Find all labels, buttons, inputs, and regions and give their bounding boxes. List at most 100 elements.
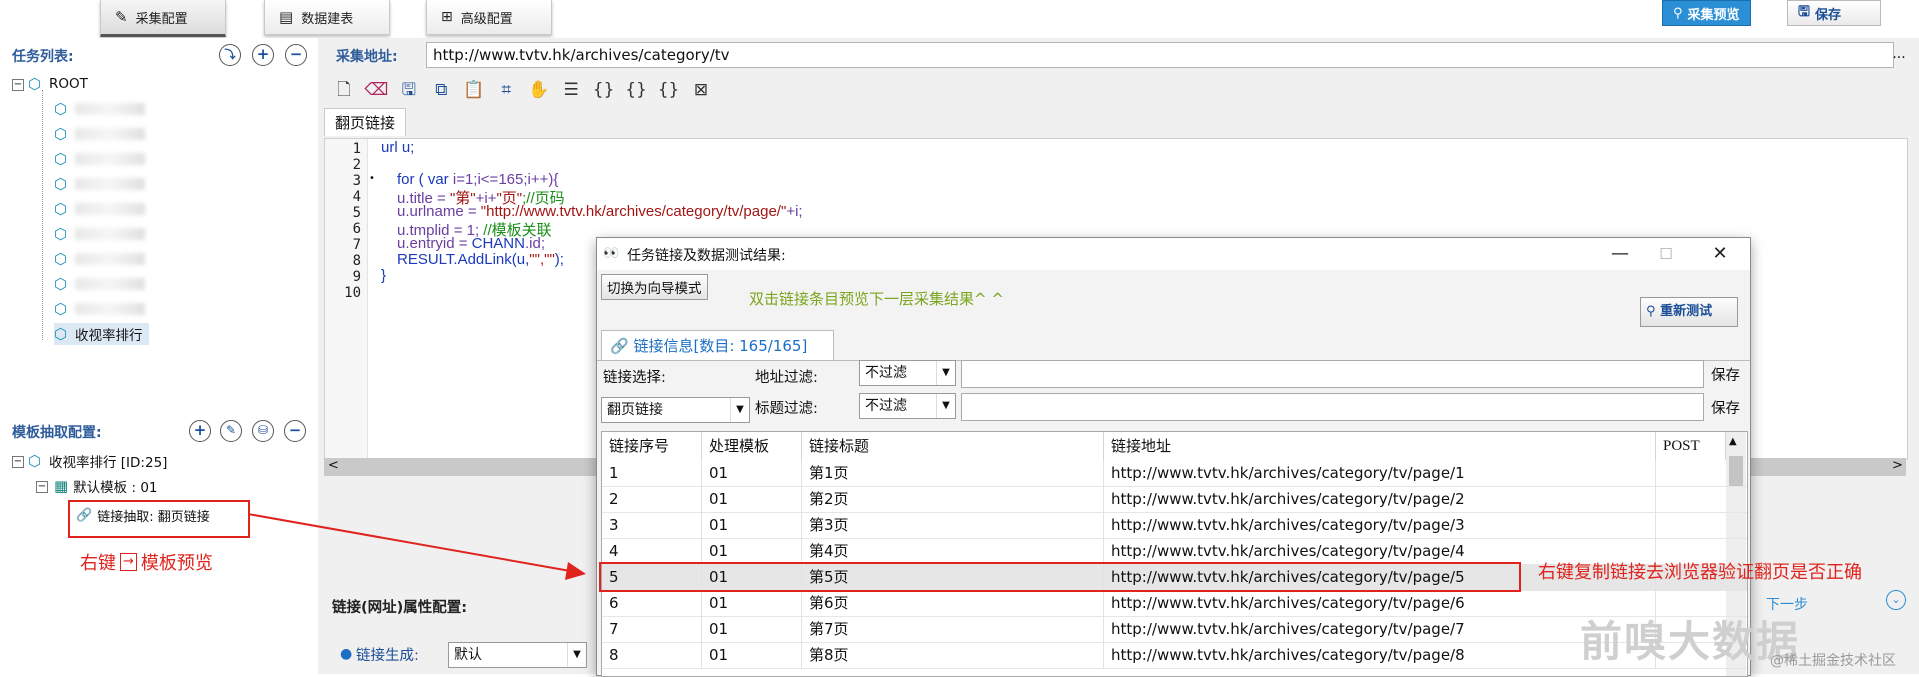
tree-item[interactable]: ⬡ (54, 223, 145, 245)
edit-link-icon[interactable]: ✎ (220, 420, 242, 442)
tree-item[interactable]: ⬡ (54, 173, 145, 195)
col-header[interactable]: 链接地址 (1104, 432, 1656, 460)
line-number: 2 (352, 157, 361, 173)
add-task-button[interactable]: + (252, 44, 274, 66)
addr-filter-input[interactable] (961, 360, 1704, 388)
copy-icon[interactable]: ⧉ (427, 76, 455, 104)
tab-collect-config[interactable]: ✎ 采集配置 (100, 0, 226, 37)
scroll-right-arrow[interactable]: > (1892, 458, 1903, 473)
addr-filter-select[interactable]: 不过滤 ▼ (859, 360, 956, 386)
close-box-icon[interactable]: ⊠ (687, 76, 715, 104)
cube-icon: ⬡ (54, 325, 68, 343)
line-number: 6 (352, 221, 361, 237)
table-row[interactable]: 7 01 第7页 http://www.tvtv.hk/archives/cat… (602, 616, 1747, 643)
database-icon[interactable]: ⛁ (252, 420, 274, 442)
url-input[interactable]: http://www.tvtv.hk/archives/category/tv (426, 42, 1894, 68)
save-icon[interactable]: 🖫 (395, 76, 423, 104)
cell-index: 1 (602, 460, 702, 486)
editor-tab[interactable]: 翻页链接 (324, 108, 407, 136)
link-gen-select[interactable]: 默认 ▼ (448, 642, 587, 668)
col-header[interactable]: 链接标题 (802, 432, 1104, 460)
tab-data-table[interactable]: ▤ 数据建表 (264, 0, 390, 35)
code-line: u.urlname = "http://www.tvtv.hk/archives… (397, 203, 803, 220)
title-filter-select[interactable]: 不过滤 ▼ (859, 393, 956, 419)
default-template-node[interactable]: ▦ 默认模板 : 01 (54, 475, 158, 497)
code-token: u.entryid = (397, 235, 472, 252)
link-select[interactable]: 翻页链接 ▼ (601, 397, 750, 423)
next-arrow-icon[interactable]: ⌄ (1886, 590, 1906, 610)
tree-item[interactable]: ⬡ (54, 248, 145, 270)
brace-out-icon[interactable]: {} (655, 76, 683, 104)
tab-link-info[interactable]: 🔗 链接信息[数目: 165/165] (601, 330, 834, 360)
save-addr-filter-button[interactable]: 保存 (1711, 364, 1740, 385)
col-header[interactable]: 处理模板 (702, 432, 802, 460)
brace-step-icon[interactable]: {} (622, 76, 650, 104)
import-icon[interactable]: ⤵ (219, 44, 241, 66)
wizard-mode-button[interactable]: 切换为向导模式 (601, 274, 708, 300)
fold-marker-icon[interactable]: • (369, 173, 375, 184)
tree-item[interactable]: ⬡ (54, 298, 145, 320)
paste-icon[interactable]: 📋 (460, 76, 488, 104)
collapse-icon[interactable]: − (12, 456, 24, 468)
line-number: 10 (344, 285, 361, 301)
redacted-label (75, 128, 145, 140)
brace-icon[interactable]: {} (590, 76, 618, 104)
table-row[interactable]: 2 01 第2页 http://www.tvtv.hk/archives/cat… (602, 486, 1747, 513)
new-file-icon[interactable]: 🗋 (330, 76, 358, 104)
tree-line (42, 90, 43, 340)
hand-icon[interactable]: ✋ (525, 76, 553, 104)
code-line: u.entryid = CHANN.id; (397, 235, 545, 252)
add-template-button[interactable]: + (189, 420, 211, 442)
remove-template-button[interactable]: − (284, 420, 306, 442)
link-extract-node[interactable]: 🔗 链接抽取: 翻页链接 (76, 504, 210, 526)
col-header[interactable]: 链接序号 (602, 432, 702, 460)
table-row[interactable]: 8 01 第8页 http://www.tvtv.hk/archives/cat… (602, 642, 1747, 669)
retest-label: 重新测试 (1660, 304, 1713, 319)
annotation-text: 右键 (80, 553, 116, 574)
close-icon[interactable]: ✕ (1697, 238, 1743, 270)
code-token: i=1;i<=165;i++){ (452, 171, 559, 188)
tree-item[interactable]: ⬡ (54, 123, 145, 145)
redacted-label (75, 253, 145, 265)
table-row[interactable]: 6 01 第6页 http://www.tvtv.hk/archives/cat… (602, 590, 1747, 617)
save-title-filter-button[interactable]: 保存 (1711, 397, 1740, 418)
scroll-up-arrow[interactable]: ▲ (1729, 436, 1737, 447)
eraser-icon[interactable]: ⌫ (362, 76, 390, 104)
cube-icon: ⬡ (54, 300, 68, 318)
tree-item[interactable]: ⬡ (54, 148, 145, 170)
table-row[interactable]: 1 01 第1页 http://www.tvtv.hk/archives/cat… (602, 460, 1747, 487)
template-node[interactable]: ⬡ 收视率排行 [ID:25] (28, 450, 167, 472)
hint-text: 双击链接条目预览下一层采集结果^ ^ (749, 290, 1004, 308)
minimize-icon[interactable]: — (1597, 238, 1643, 270)
tree-item[interactable]: ⬡ (54, 98, 145, 120)
save-button[interactable]: 🖫 保存 (1787, 0, 1881, 26)
code-token: u.urlname = (397, 203, 481, 220)
align-icon[interactable]: ☰ (557, 76, 585, 104)
title-filter-input[interactable] (961, 393, 1704, 421)
tree-item[interactable]: ⬡ (54, 198, 145, 220)
col-header[interactable]: POST (1656, 432, 1726, 460)
edit-icon: ✎ (115, 8, 128, 26)
table-row[interactable]: 3 01 第3页 http://www.tvtv.hk/archives/cat… (602, 512, 1747, 539)
cube-icon: ⬡ (54, 175, 68, 193)
collapse-icon[interactable]: − (12, 79, 24, 91)
scroll-left-arrow[interactable]: < (328, 458, 339, 473)
tree-root[interactable]: ⬡ ROOT (28, 73, 88, 95)
code-line: url u; (381, 139, 414, 156)
cube-icon: ⬡ (54, 125, 68, 143)
tree-root-label: ROOT (49, 76, 88, 92)
code-token: RESULT.AddLink(u, (397, 251, 530, 268)
collapse-icon[interactable]: − (36, 481, 48, 493)
tree-item[interactable]: ⬡ (54, 273, 145, 295)
tab-advanced-config[interactable]: ⊞ 高级配置 (426, 0, 552, 35)
tree-item-selected[interactable]: ⬡ 收视率排行 (54, 323, 149, 345)
crop-icon[interactable]: ⌗ (492, 76, 520, 104)
collect-preview-button[interactable]: ⚲ 采集预览 (1662, 0, 1751, 26)
link-icon: 🔗 (610, 337, 629, 355)
cell-title: 第3页 (802, 512, 1104, 538)
maximize-icon[interactable]: ☐ (1643, 238, 1689, 270)
retest-button[interactable]: ⚲ 重新测试 (1640, 297, 1738, 327)
url-more-button[interactable]: ... (1888, 42, 1910, 66)
remove-task-button[interactable]: − (285, 44, 307, 66)
cell-url: http://www.tvtv.hk/archives/category/tv/… (1104, 486, 1656, 512)
